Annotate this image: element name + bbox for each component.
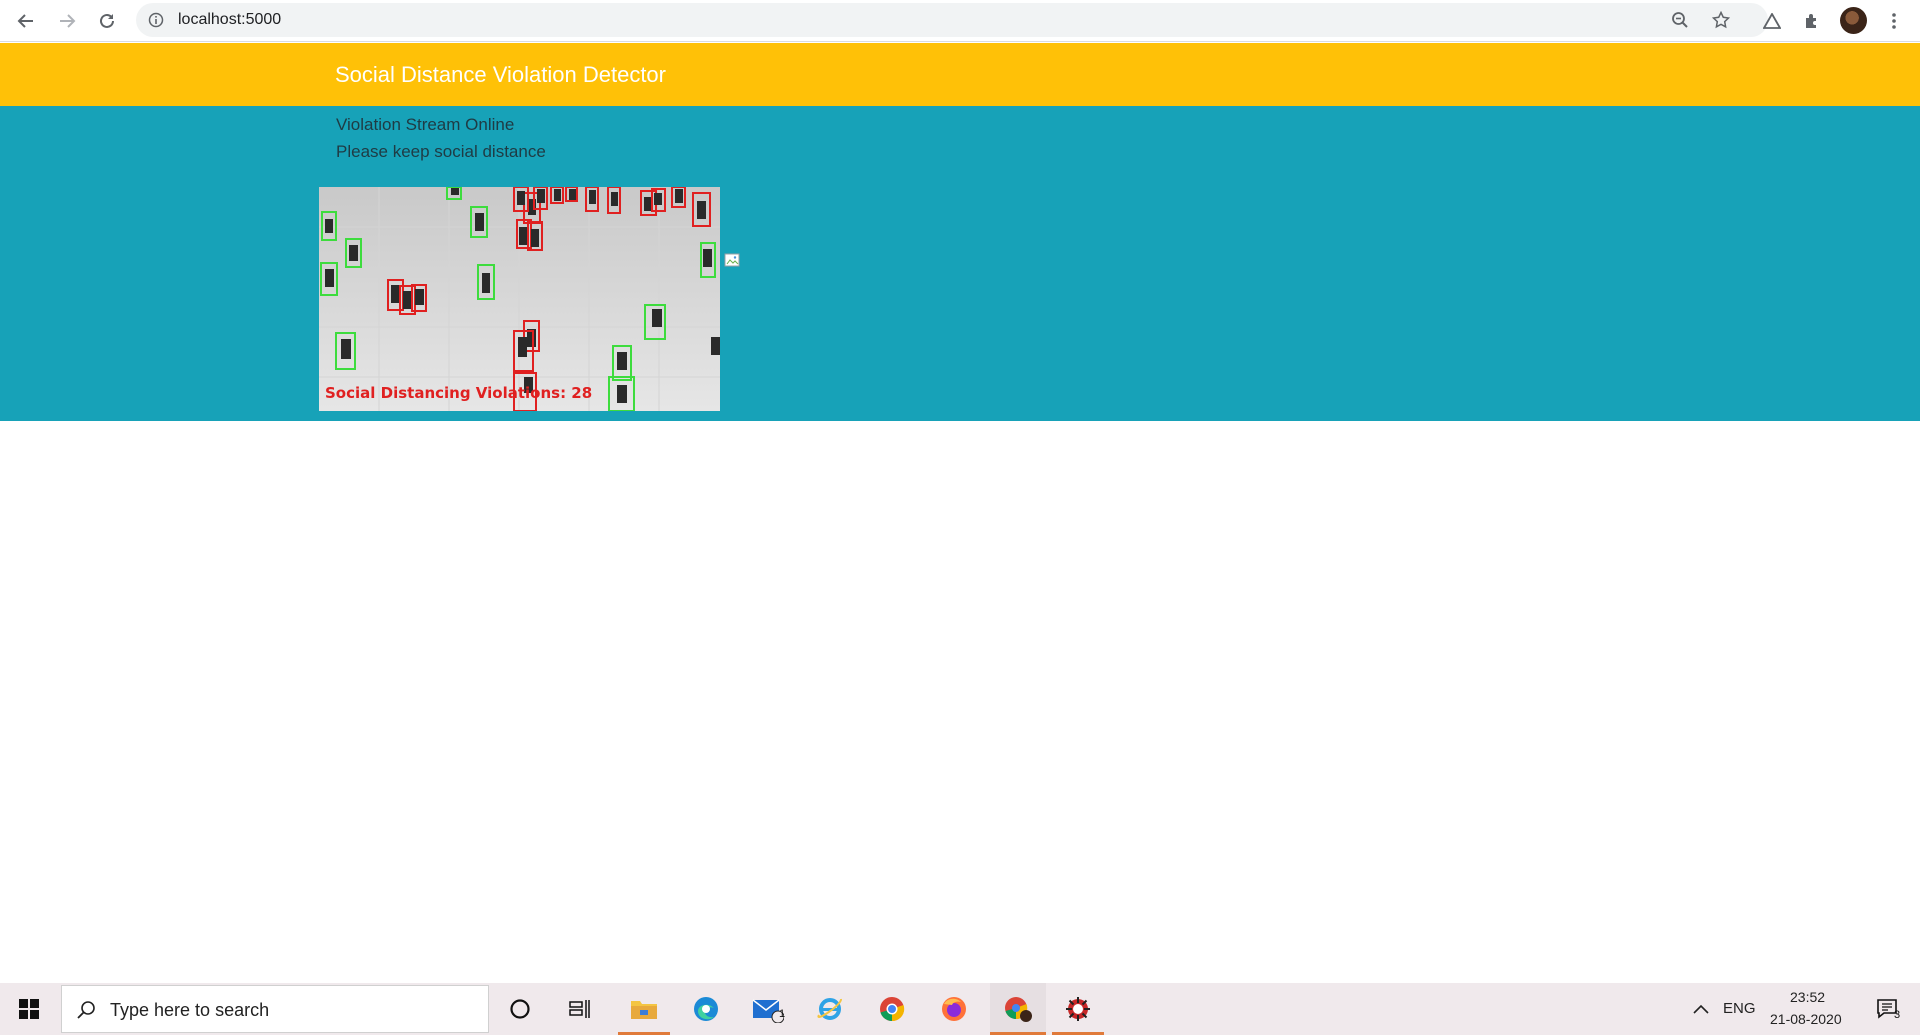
- reload-icon: [100, 13, 114, 28]
- back-button[interactable]: [12, 7, 40, 35]
- zoom-icon[interactable]: [1670, 10, 1690, 30]
- tray-overflow-button[interactable]: [1688, 983, 1714, 1035]
- notification-badge: 3: [1894, 1009, 1901, 1021]
- gear-app-icon: [1066, 997, 1090, 1021]
- violation-video-feed: Social Distancing Violations: 28: [319, 187, 720, 411]
- distance-warning-text: Please keep social distance: [336, 142, 546, 161]
- forward-arrow-icon: [60, 14, 76, 28]
- drive-extension-icon[interactable]: [1758, 7, 1786, 35]
- cortana-button[interactable]: [494, 983, 546, 1035]
- violation-count-overlay: Social Distancing Violations: 28: [325, 384, 592, 402]
- chrome-user-button[interactable]: [990, 983, 1046, 1035]
- more-menu-icon[interactable]: [1880, 7, 1908, 35]
- back-arrow-icon: [17, 14, 33, 28]
- edge-button[interactable]: [680, 983, 732, 1035]
- url-text[interactable]: localhost:5000: [178, 11, 281, 29]
- navbar: Social Distance Violation Detector: [0, 43, 1920, 106]
- reload-button[interactable]: [93, 7, 121, 35]
- taskbar-search-box[interactable]: Type here to search: [61, 985, 489, 1033]
- task-view-icon: [569, 1000, 590, 1018]
- mail-button[interactable]: 1: [742, 983, 794, 1035]
- navbar-brand[interactable]: Social Distance Violation Detector: [335, 62, 666, 88]
- bookmark-star-icon[interactable]: [1711, 10, 1731, 30]
- site-info-icon[interactable]: [148, 12, 164, 33]
- search-icon: [77, 1001, 95, 1019]
- folder-icon: [631, 1001, 657, 1019]
- search-placeholder[interactable]: Type here to search: [110, 1000, 269, 1021]
- stream-status-text: Violation Stream Online: [336, 115, 515, 134]
- start-button[interactable]: [0, 983, 58, 1035]
- app-button[interactable]: [1052, 983, 1104, 1035]
- chrome-button[interactable]: [866, 983, 918, 1035]
- browser-toolbar: localhost:5000: [0, 0, 1920, 42]
- forward-button[interactable]: [53, 7, 81, 35]
- address-bar[interactable]: localhost:5000: [136, 3, 1768, 37]
- clock-time[interactable]: 23:52: [1790, 989, 1825, 1005]
- firefox-icon: [942, 997, 966, 1021]
- chevron-up-icon: [1693, 1004, 1709, 1014]
- windows-taskbar: Type here to search 1 ENG 23:52 21-08-20…: [0, 983, 1920, 1035]
- windows-logo-icon: [19, 999, 39, 1019]
- firefox-button[interactable]: [928, 983, 980, 1035]
- extensions-puzzle-icon[interactable]: [1798, 7, 1826, 35]
- clock-date[interactable]: 21-08-2020: [1770, 1011, 1842, 1027]
- cortana-circle-icon: [510, 999, 530, 1019]
- chrome-icon: [880, 997, 905, 1022]
- internet-explorer-icon: [817, 998, 842, 1020]
- internet-explorer-button[interactable]: [804, 983, 856, 1035]
- action-center-button[interactable]: 3: [1866, 983, 1910, 1035]
- task-view-button[interactable]: [554, 983, 606, 1035]
- broken-image-icon: [724, 253, 742, 269]
- chrome-profile-icon: [1005, 997, 1032, 1022]
- profile-avatar[interactable]: [1840, 7, 1867, 34]
- file-explorer-button[interactable]: [618, 983, 670, 1035]
- language-indicator[interactable]: ENG: [1723, 1000, 1756, 1017]
- stream-banner: Violation Stream Online Please keep soci…: [0, 106, 1920, 421]
- edge-icon: [694, 997, 718, 1021]
- mail-badge: 1: [779, 1008, 786, 1020]
